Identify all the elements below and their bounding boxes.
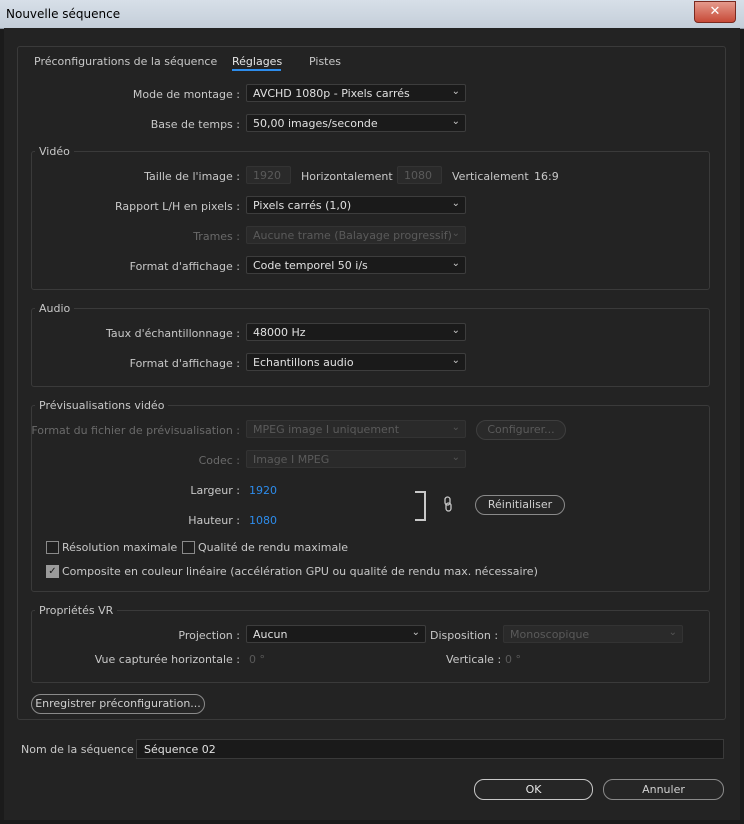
video-display-format-select[interactable]: Code temporel 50 i/s ⌄ xyxy=(246,256,466,274)
frame-width-field: 1920 xyxy=(246,166,291,184)
chevron-down-icon: ⌄ xyxy=(451,86,460,97)
frame-height-field: 1080 xyxy=(397,166,442,184)
fields-label: Trames : xyxy=(193,230,240,243)
ok-button[interactable]: OK xyxy=(474,779,593,800)
audio-group xyxy=(31,308,710,387)
link-bracket-icon xyxy=(415,491,426,521)
audio-display-format-select[interactable]: Echantillons audio ⌄ xyxy=(246,353,466,371)
link-icon[interactable] xyxy=(443,496,453,512)
close-button[interactable]: ✕ xyxy=(694,1,736,23)
linear-composite-label: Composite en couleur linéaire (accélérat… xyxy=(62,565,538,578)
editing-mode-select[interactable]: AVCHD 1080p - Pixels carrés ⌄ xyxy=(246,84,466,102)
layout-label: Disposition : xyxy=(430,629,499,642)
vr-properties-group-title: Propriétés VR xyxy=(35,604,118,617)
max-quality-label: Qualité de rendu maximale xyxy=(198,541,349,554)
configure-button: Configurer... xyxy=(476,420,566,440)
pixel-aspect-select[interactable]: Pixels carrés (1,0) ⌄ xyxy=(246,196,466,214)
fields-value: Aucune trame (Balayage progressif) xyxy=(253,229,452,242)
layout-select: Monoscopique ⌄ xyxy=(503,625,683,643)
chevron-down-icon: ⌄ xyxy=(451,355,460,366)
projection-label: Projection : xyxy=(178,629,240,642)
h-view-label: Vue capturée horizontale : xyxy=(94,653,240,666)
chevron-down-icon: ⌄ xyxy=(668,627,677,638)
pixel-aspect-label: Rapport L/H en pixels : xyxy=(115,200,240,213)
preview-file-format-value: MPEG image I uniquement xyxy=(253,423,400,436)
sample-rate-select[interactable]: 48000 Hz ⌄ xyxy=(246,323,466,341)
editing-mode-label: Mode de montage : xyxy=(132,88,240,101)
video-display-format-label: Format d'affichage : xyxy=(129,260,240,273)
window-title: Nouvelle séquence xyxy=(6,7,121,21)
preview-width-value[interactable]: 1920 xyxy=(249,484,277,497)
preview-height-value[interactable]: 1080 xyxy=(249,514,277,527)
reset-button[interactable]: Réinitialiser xyxy=(475,495,565,515)
tab-tracks[interactable]: Pistes xyxy=(309,55,341,68)
fields-select: Aucune trame (Balayage progressif) ⌄ xyxy=(246,226,466,244)
chevron-down-icon: ⌄ xyxy=(451,116,460,127)
pixel-aspect-value: Pixels carrés (1,0) xyxy=(253,199,352,212)
vertical-view-value: 0 ° xyxy=(505,653,521,666)
sequence-name-input[interactable]: Séquence 02 xyxy=(136,739,724,759)
preview-file-format-label: Format du fichier de prévisualisation : xyxy=(31,424,240,437)
chevron-down-icon: ⌄ xyxy=(451,198,460,209)
audio-group-title: Audio xyxy=(35,302,75,315)
vertical-label: Verticalement xyxy=(452,170,529,183)
h-view-value: 0 ° xyxy=(249,653,265,666)
max-resolution-checkbox[interactable] xyxy=(46,541,59,554)
timebase-value: 50,00 images/seconde xyxy=(253,117,378,130)
horizontal-label: Horizontalement xyxy=(301,170,393,183)
vr-properties-group xyxy=(31,610,710,683)
sample-rate-label: Taux d'échantillonnage : xyxy=(106,327,240,340)
close-icon: ✕ xyxy=(709,4,721,19)
checkmark-icon: ✓ xyxy=(48,566,57,577)
layout-value: Monoscopique xyxy=(510,628,590,641)
video-group-title: Vidéo xyxy=(35,145,74,158)
video-previews-group-title: Prévisualisations vidéo xyxy=(35,399,169,412)
audio-display-format-label: Format d'affichage : xyxy=(129,357,240,370)
vertical-view-label: Verticale : xyxy=(446,653,502,666)
timebase-select[interactable]: 50,00 images/seconde ⌄ xyxy=(246,114,466,132)
tab-presets[interactable]: Préconfigurations de la séquence xyxy=(34,55,217,68)
max-quality-checkbox[interactable] xyxy=(182,541,195,554)
codec-value: Image I MPEG xyxy=(253,453,330,466)
codec-select: Image I MPEG ⌄ xyxy=(246,450,466,468)
projection-select[interactable]: Aucun ⌄ xyxy=(246,625,426,643)
chevron-down-icon: ⌄ xyxy=(451,452,460,463)
preview-file-format-select: MPEG image I uniquement ⌄ xyxy=(246,420,466,438)
codec-label: Codec : xyxy=(198,454,240,467)
chevron-down-icon: ⌄ xyxy=(451,325,460,336)
timebase-label: Base de temps : xyxy=(150,118,240,131)
save-preset-button[interactable]: Enregistrer préconfiguration... xyxy=(31,694,205,714)
active-tab-indicator xyxy=(232,69,281,71)
cancel-button[interactable]: Annuler xyxy=(603,779,724,800)
tab-settings[interactable]: Réglages xyxy=(232,55,282,68)
preview-height-label: Hauteur : xyxy=(188,514,240,527)
audio-display-format-value: Echantillons audio xyxy=(253,356,354,369)
chevron-down-icon: ⌄ xyxy=(451,228,460,239)
aspect-ratio-value: 16:9 xyxy=(534,170,559,183)
linear-composite-checkbox[interactable]: ✓ xyxy=(46,565,59,578)
frame-size-label: Taille de l'image : xyxy=(144,170,240,183)
projection-value: Aucun xyxy=(253,628,288,641)
chevron-down-icon: ⌄ xyxy=(451,258,460,269)
chevron-down-icon: ⌄ xyxy=(411,627,420,638)
video-display-format-value: Code temporel 50 i/s xyxy=(253,259,368,272)
title-bar: Nouvelle séquence ✕ xyxy=(0,0,744,29)
max-resolution-label: Résolution maximale xyxy=(62,541,178,554)
editing-mode-value: AVCHD 1080p - Pixels carrés xyxy=(253,87,410,100)
sequence-name-label: Nom de la séquence : xyxy=(21,743,141,756)
preview-width-label: Largeur : xyxy=(190,484,240,497)
sample-rate-value: 48000 Hz xyxy=(253,326,306,339)
chevron-down-icon: ⌄ xyxy=(451,422,460,433)
